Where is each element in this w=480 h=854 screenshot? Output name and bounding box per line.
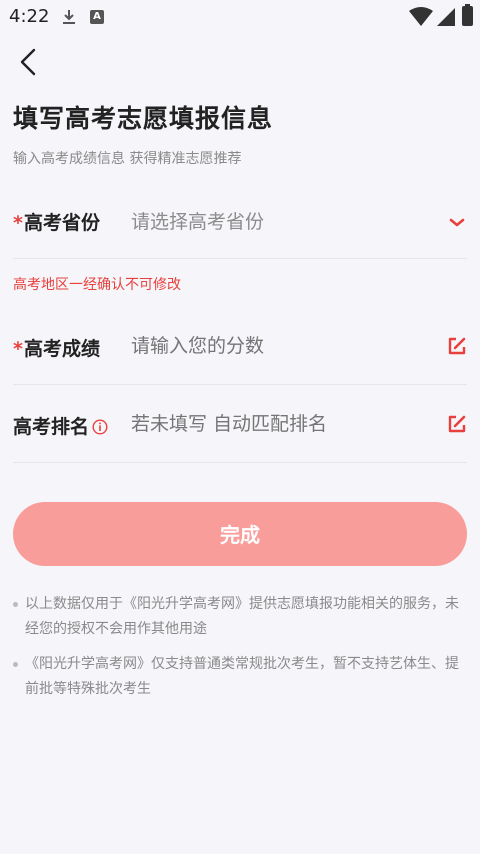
rank-field[interactable]: 高考排名	[13, 404, 467, 463]
app-notification-icon: A	[90, 10, 104, 24]
info-icon[interactable]	[92, 419, 108, 435]
wifi-icon	[409, 7, 433, 26]
status-bar: 4:22 A	[0, 0, 480, 34]
required-mark: *	[13, 212, 23, 234]
submit-button[interactable]: 完成	[13, 502, 467, 566]
battery-icon	[462, 4, 473, 26]
rank-label: 高考排名	[13, 412, 108, 439]
score-field[interactable]: *高考成绩	[13, 326, 467, 385]
back-button[interactable]	[14, 46, 44, 78]
page-title: 填写高考志愿填报信息	[13, 104, 274, 133]
required-mark: *	[13, 338, 23, 360]
cellular-signal-icon	[437, 8, 455, 26]
status-time: 4:22	[9, 6, 50, 27]
province-select[interactable]: 请选择高考省份	[131, 207, 421, 234]
download-icon	[63, 10, 75, 24]
page-subtitle: 输入高考成绩信息 获得精准志愿推荐	[13, 151, 242, 167]
province-label: *高考省份	[13, 212, 100, 234]
province-field[interactable]: *高考省份 请选择高考省份	[13, 200, 467, 259]
chevron-left-icon	[20, 48, 36, 76]
privacy-note: 以上数据仅用于《阳光升学高考网》提供志愿填报功能相关的服务，未经您的授权不会用作…	[13, 592, 467, 642]
score-input[interactable]	[131, 332, 421, 360]
rank-input[interactable]	[131, 410, 421, 438]
province-warning: 高考地区一经确认不可修改	[13, 277, 181, 293]
chevron-down-icon[interactable]	[447, 212, 467, 232]
score-label: *高考成绩	[13, 338, 100, 360]
edit-icon[interactable]	[447, 336, 467, 356]
eligibility-note: 《阳光升学高考网》仅支持普通类常规批次考生，暂不支持艺体生、提前批等特殊批次考生	[13, 652, 467, 702]
edit-icon[interactable]	[447, 414, 467, 434]
